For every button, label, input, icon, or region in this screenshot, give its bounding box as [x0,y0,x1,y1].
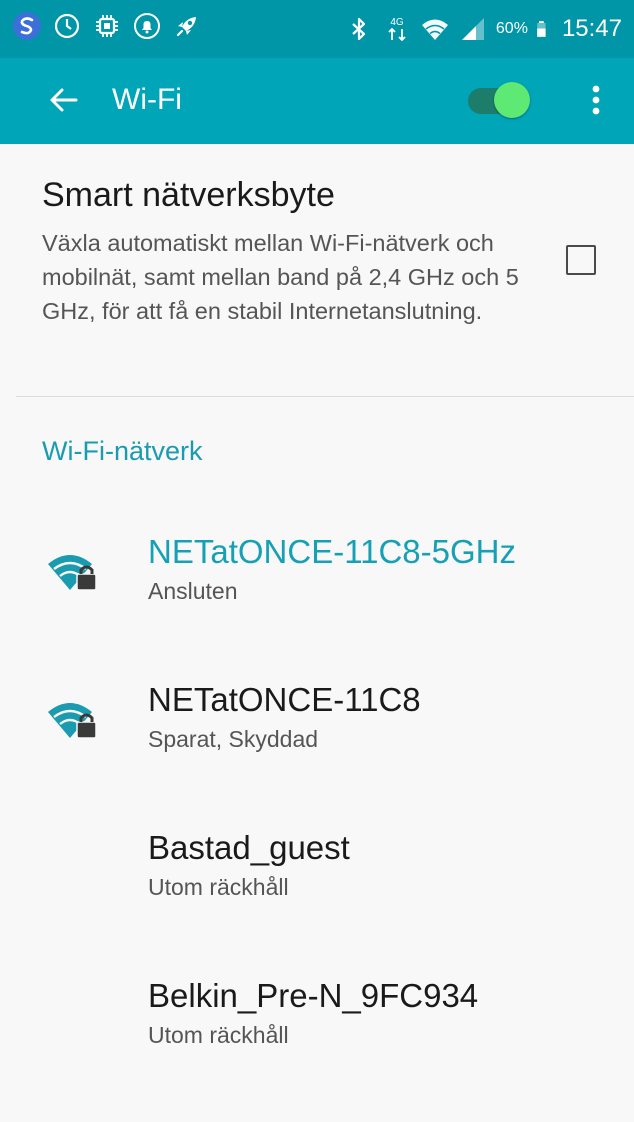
smart-switch-title: Smart nätverksbyte [42,176,335,214]
status-bar-right-icons: 4G 60% 15:47 [344,11,622,47]
network-name: Belkin_Pre-N_9FC934 [148,977,479,1014]
network-status: Ansluten [148,578,238,604]
divider [16,396,634,397]
smart-switch-description: Växla automatiskt mellan Wi-Fi-nätverk o… [42,230,519,324]
network-status: Sparat, Skyddad [148,726,319,752]
wifi-icon [421,19,448,40]
data-arrows-icon: 4G [388,17,406,42]
wifi-lock-icon [48,555,97,591]
wifi-toggle[interactable] [466,80,532,120]
network-item-netatonce-11c8[interactable]: NETatONCE-11C8 Sparat, Skyddad [0,678,634,826]
back-arrow-icon[interactable] [46,82,82,118]
toggle-thumb [494,82,530,118]
app-bar: Wi-Fi [0,58,634,144]
smart-switch-checkbox[interactable] [566,245,596,275]
wifi-lock-icon [48,703,97,739]
battery-percent: 60% [495,20,528,37]
network-name: Bastad_guest [148,829,350,866]
network-name: NETatONCE-11C8-5GHz [148,533,516,570]
network-item-bastad-guest[interactable]: Bastad_guest Utom räckhåll [0,826,634,974]
app-s-icon [13,12,41,40]
network-status: Utom räckhåll [148,1022,289,1048]
more-options-icon[interactable] [578,80,614,120]
battery-icon [537,21,546,37]
cell-signal-icon [461,18,484,40]
smart-network-switch[interactable]: Smart nätverksbyte Växla automatiskt mel… [0,144,634,396]
bluetooth-icon [352,17,366,41]
rocket-icon [176,17,196,37]
notification-icon [134,13,160,39]
clock: 15:47 [561,15,622,42]
network-status: Utom räckhåll [148,874,289,900]
network-name: NETatONCE-11C8 [148,681,421,718]
sync-icon [54,13,80,39]
status-bar: 4G 60% 15:47 [0,0,634,58]
status-bar-left-icons [12,11,202,41]
page-title: Wi-Fi [112,83,182,116]
network-item-netatonce-11c8-5ghz[interactable]: NETatONCE-11C8-5GHz Ansluten [0,530,634,678]
networks-section-header: Wi-Fi-nätverk [42,436,203,466]
network-type-label: 4G [390,17,404,28]
network-item-belkin-pre-n-9fc934[interactable]: Belkin_Pre-N_9FC934 Utom räckhåll [0,974,634,1122]
chip-icon [96,15,118,37]
